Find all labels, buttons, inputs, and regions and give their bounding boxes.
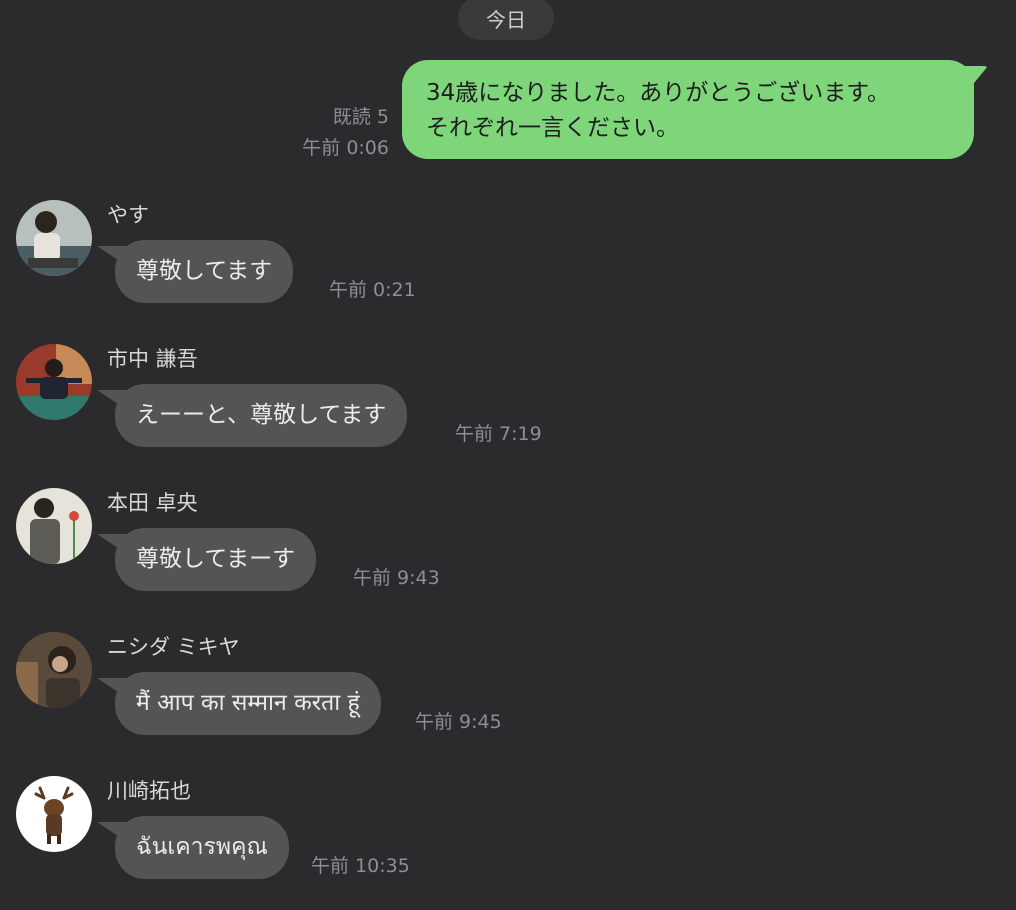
message-time: 午前 9:45 — [415, 711, 502, 733]
message-time: 午前 9:43 — [353, 567, 440, 589]
person-avatar[interactable] — [16, 632, 92, 708]
date-separator: 今日 — [458, 0, 554, 40]
message-bubble[interactable]: 尊敬してます — [115, 240, 294, 303]
read-receipt: 既読 5 — [332, 106, 389, 128]
message-time: 午前 0:21 — [329, 279, 416, 301]
sender-name: ニシダ ミキヤ — [107, 635, 240, 659]
message-row: やす 尊敬してます 午前 0:21 — [0, 200, 1016, 310]
message-row: 本田 卓央 尊敬してまーす 午前 9:43 — [0, 488, 1016, 598]
message-row: 市中 謙吾 えーーと、尊敬してます 午前 7:19 — [0, 344, 1016, 454]
message-time: 午前 10:35 — [311, 855, 410, 877]
person-avatar[interactable] — [16, 488, 92, 564]
sender-name: 本田 卓央 — [107, 491, 198, 515]
deer-figure-avatar[interactable] — [16, 776, 92, 852]
message-time: 午前 7:19 — [455, 423, 542, 445]
chat-window: 今日 既読 5 午前 0:06 34歳になりました。ありがとうございます。 それ… — [0, 0, 1016, 910]
outgoing-time: 午前 0:06 — [302, 137, 389, 159]
person-avatar[interactable] — [16, 200, 92, 276]
message-bubble[interactable]: 尊敬してまーす — [115, 528, 317, 591]
message-bubble[interactable]: मैं आप का सम्मान करता हूं — [115, 672, 381, 735]
message-bubble[interactable]: ฉันเคารพคุณ — [115, 816, 289, 879]
sender-name: やす — [107, 203, 149, 227]
sender-name: 市中 謙吾 — [107, 347, 198, 371]
sender-name: 川崎拓也 — [107, 779, 191, 803]
person-avatar[interactable] — [16, 344, 92, 420]
message-bubble[interactable]: えーーと、尊敬してます — [115, 384, 408, 447]
message-row: ニシダ ミキヤ मैं आप का सम्मान करता हूं 午前 9:4… — [0, 632, 1016, 742]
outgoing-message-bubble[interactable]: 34歳になりました。ありがとうございます。 それぞれ一言ください。 — [402, 60, 974, 159]
message-row: 川崎拓也 ฉันเคารพคุณ 午前 10:35 — [0, 776, 1016, 886]
